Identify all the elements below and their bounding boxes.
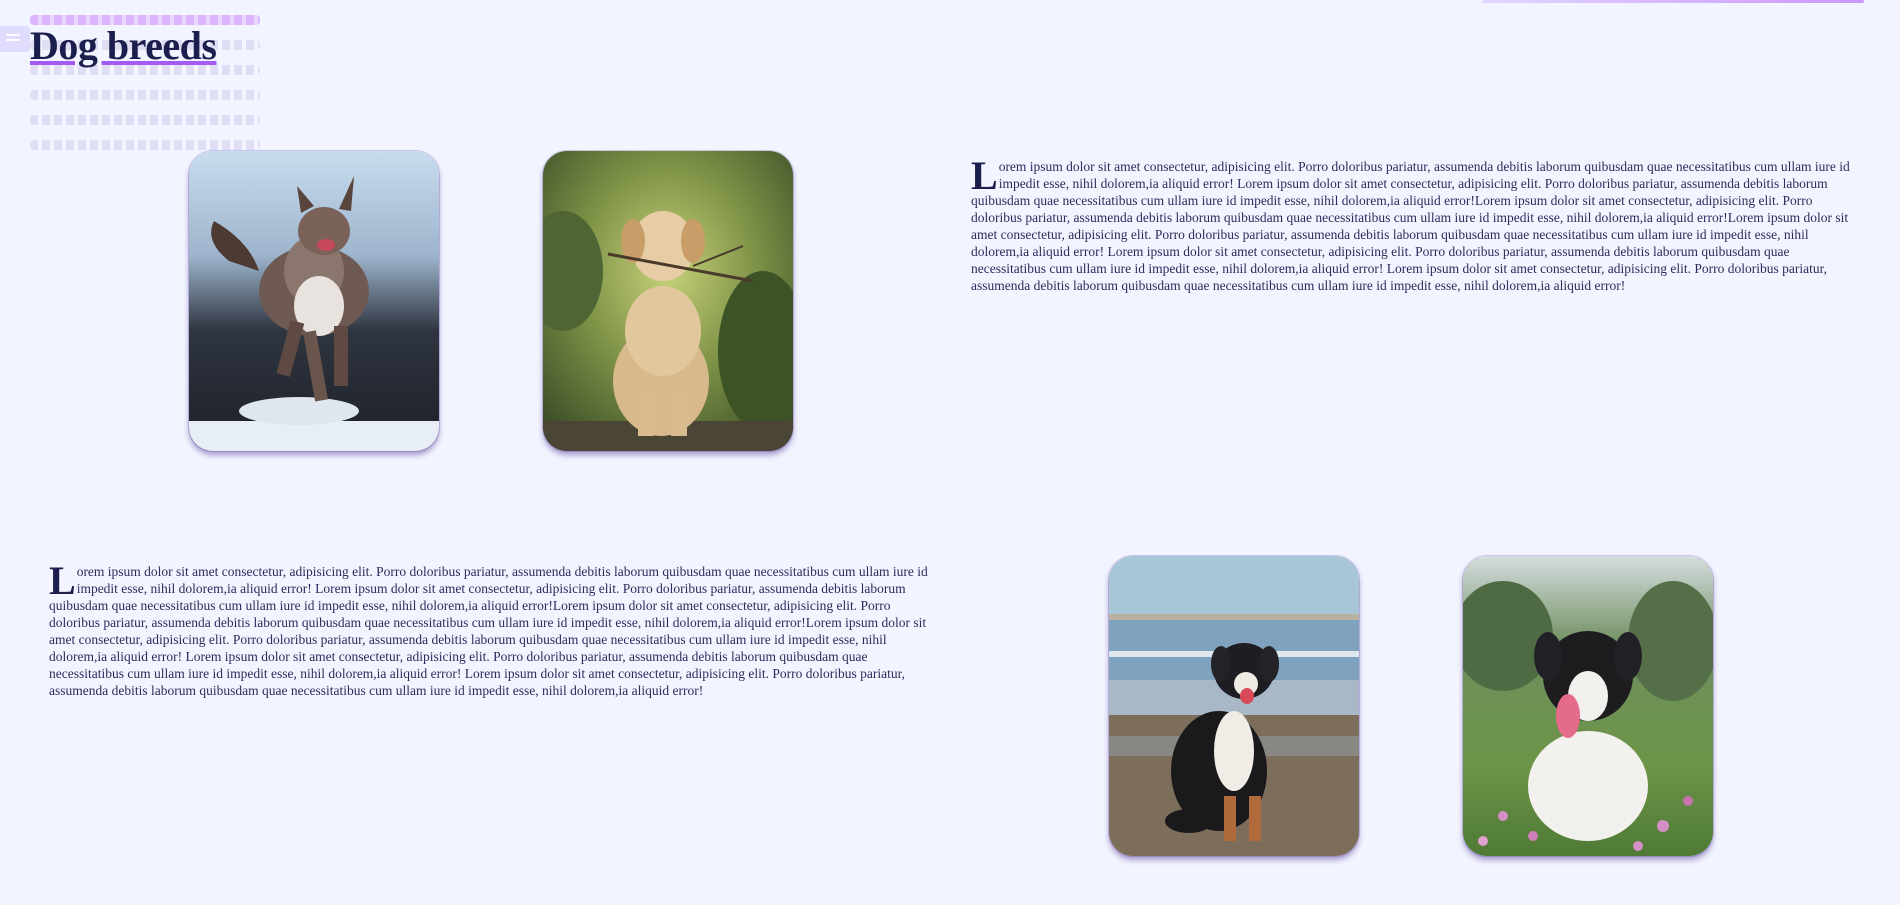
decorative-line — [30, 140, 260, 150]
description-paragraph-1: Lorem ipsum dolor sit amet consectetur, … — [971, 153, 1851, 294]
paragraph-text: orem ipsum dolor sit amet consectetur, a… — [49, 564, 928, 698]
dog-image-boxer-mix-flowers — [1463, 556, 1713, 856]
page-title: Dog breeds — [30, 23, 217, 68]
paragraph-text: orem ipsum dolor sit amet consectetur, a… — [971, 159, 1850, 293]
dog-image-australian-shepherd — [189, 151, 439, 451]
dropcap-letter: L — [971, 153, 998, 198]
dropcap-letter: L — [49, 558, 76, 603]
menu-toggle-button[interactable] — [0, 26, 30, 52]
page: Dog breeds L orem ipsum dolor sit amet c… — [0, 0, 1900, 905]
description-paragraph-2: Lorem ipsum dolor sit amet consectetur, … — [49, 558, 929, 699]
hamburger-icon-bar — [6, 39, 20, 41]
decorative-line — [30, 90, 260, 100]
decorative-line — [30, 115, 260, 125]
hamburger-icon — [6, 34, 20, 36]
dog-image-golden-retriever-puppy — [543, 151, 793, 451]
dog-image-entlebucher-beach — [1109, 556, 1359, 856]
top-progress-bar — [1482, 0, 1864, 3]
